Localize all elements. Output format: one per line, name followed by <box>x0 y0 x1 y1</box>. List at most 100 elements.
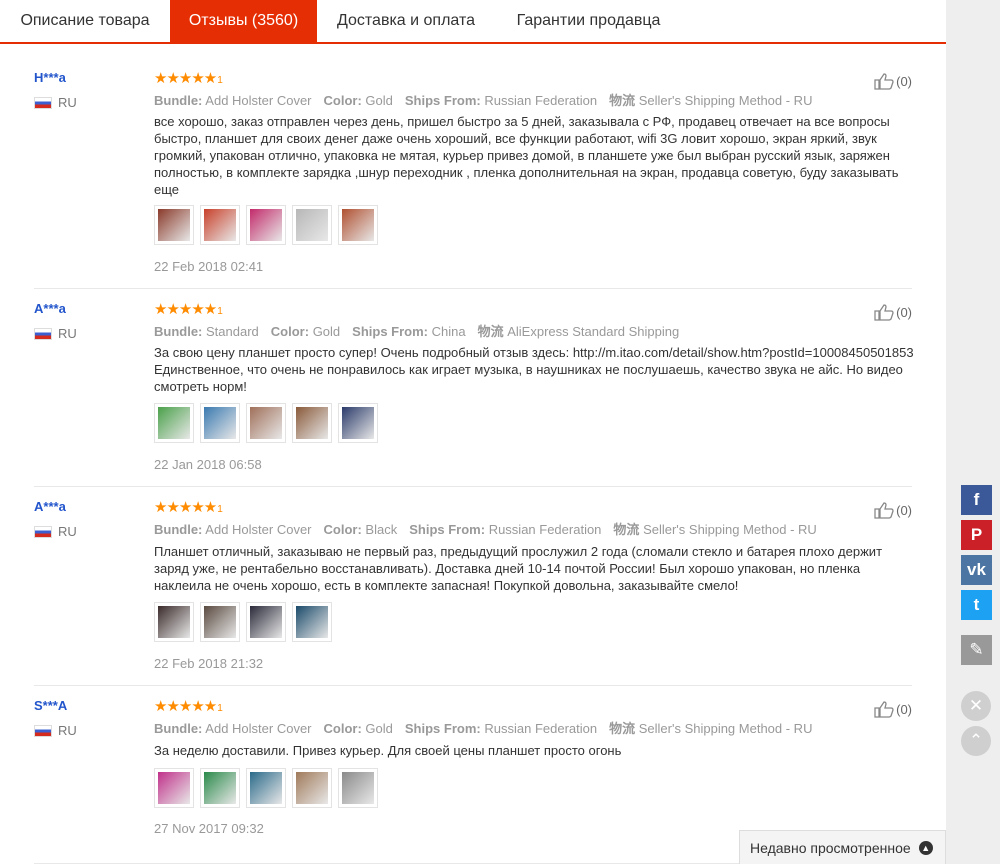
pinterest-share-icon[interactable]: P <box>961 520 992 550</box>
product-page: Описание товара Отзывы (3560) Доставка и… <box>0 0 946 864</box>
reviewer-name[interactable]: A***a <box>34 499 66 514</box>
chevron-up-icon: ▲ <box>918 840 933 855</box>
review-photo-thumbnail[interactable] <box>246 403 286 443</box>
vk-share-icon[interactable]: vk <box>961 555 992 585</box>
bundle-label: Bundle: <box>154 721 203 736</box>
color-value: Gold <box>312 324 341 339</box>
close-icon[interactable]: ✕ <box>961 691 991 721</box>
country-code: RU <box>58 326 77 341</box>
review-photo-thumbnail[interactable] <box>246 205 286 245</box>
color-label: Color: <box>270 324 310 339</box>
bundle-label: Bundle: <box>154 522 203 537</box>
reviewer-country: RU <box>34 95 77 110</box>
recently-viewed-label: Недавно просмотренное <box>750 839 911 856</box>
bundle-value: Add Holster Cover <box>205 522 312 537</box>
review-photo-thumbnail[interactable] <box>200 602 240 642</box>
ships-from-value: Russian Federation <box>488 522 602 537</box>
tab-reviews[interactable]: Отзывы (3560) <box>170 0 317 42</box>
review-date: 22 Feb 2018 02:41 <box>154 259 264 274</box>
ships-from-label: Ships From: <box>404 721 481 736</box>
photo-image <box>204 772 236 804</box>
color-label: Color: <box>323 93 362 108</box>
photo-image <box>250 772 282 804</box>
star-rating: ★★★★★1 <box>154 69 223 87</box>
review-photo-thumbnail[interactable] <box>292 403 332 443</box>
photo-image <box>204 606 236 638</box>
helpful-button[interactable]: (0) <box>873 501 912 519</box>
reviewer-name[interactable]: S***A <box>34 698 67 713</box>
country-code: RU <box>58 723 77 738</box>
review-photo-thumbnail[interactable] <box>200 768 240 808</box>
review-photo-thumbnail[interactable] <box>338 403 378 443</box>
review-photo-thumbnail[interactable] <box>154 768 194 808</box>
shipping-value: Seller's Shipping Method - RU <box>638 93 813 108</box>
review-photo-thumbnail[interactable] <box>154 602 194 642</box>
review-text: За неделю доставили. Привез курьер. Для … <box>154 743 622 758</box>
photo-image <box>250 209 282 241</box>
helpful-button[interactable]: (0) <box>873 72 912 90</box>
tab-guarantees[interactable]: Гарантии продавца <box>495 0 682 42</box>
photo-image <box>342 209 374 241</box>
reviewer-name[interactable]: A***a <box>34 301 66 316</box>
star-rating: ★★★★★1 <box>154 697 223 715</box>
shipping-label: 物流 <box>613 522 640 537</box>
ships-from-label: Ships From: <box>352 324 428 339</box>
review-photo-thumbnail[interactable] <box>338 768 378 808</box>
scroll-top-icon[interactable]: ⌃ <box>961 726 991 756</box>
order-attributes: Bundle: Standard Color: Gold Ships From: C… <box>154 321 679 340</box>
order-attributes: Bundle: Add Holster Cover Color: Black Shi… <box>154 519 817 538</box>
tab-bar: Описание товара Отзывы (3560) Доставка и… <box>0 0 946 44</box>
helpful-button[interactable]: (0) <box>873 303 912 321</box>
review-photo-thumbnail[interactable] <box>200 403 240 443</box>
bundle-label: Bundle: <box>154 324 203 339</box>
review-photo-thumbnail[interactable] <box>338 205 378 245</box>
color-value: Gold <box>365 721 393 736</box>
ships-from-value: Russian Federation <box>484 93 598 108</box>
order-attributes: Bundle: Add Holster Cover Color: Gold Ship… <box>154 718 812 737</box>
ships-from-value: Russian Federation <box>484 721 598 736</box>
review-photo-thumbnail[interactable] <box>292 768 332 808</box>
review-photos <box>154 602 332 642</box>
review-photo-thumbnail[interactable] <box>292 602 332 642</box>
review-date: 27 Nov 2017 09:32 <box>154 821 264 836</box>
photo-image <box>342 772 374 804</box>
helpful-count: (0) <box>896 701 912 717</box>
star-rating: ★★★★★1 <box>154 300 223 318</box>
helpful-button[interactable]: (0) <box>873 700 912 718</box>
photo-image <box>204 209 236 241</box>
bundle-label: Bundle: <box>154 93 203 108</box>
ships-from-label: Ships From: <box>409 522 486 537</box>
review-photo-thumbnail[interactable] <box>200 205 240 245</box>
rating-tail: 1 <box>217 306 223 317</box>
reviewer-country: RU <box>34 326 77 341</box>
photo-image <box>158 772 190 804</box>
review-photo-thumbnail[interactable] <box>154 403 194 443</box>
bundle-value: Standard <box>206 324 259 339</box>
star-rating: ★★★★★1 <box>154 498 223 516</box>
flag-icon <box>34 96 52 109</box>
review-photo-thumbnail[interactable] <box>246 768 286 808</box>
photo-image <box>158 209 190 241</box>
review-photo-thumbnail[interactable] <box>154 205 194 245</box>
review-date: 22 Jan 2018 06:58 <box>154 457 262 472</box>
thumbs-up-icon <box>874 701 894 718</box>
thumbs-up-icon <box>874 304 894 321</box>
review-photo-thumbnail[interactable] <box>292 205 332 245</box>
order-attributes: Bundle: Add Holster Cover Color: Gold Ship… <box>154 90 812 109</box>
photo-image <box>342 407 374 439</box>
rating-tail: 1 <box>217 75 223 86</box>
review-text: Планшет отличный, заказываю не первый ра… <box>154 544 883 593</box>
tab-description[interactable]: Описание товара <box>0 0 170 42</box>
recently-viewed-bar[interactable]: Недавно просмотренное ▲ <box>739 830 946 864</box>
facebook-share-icon[interactable]: f <box>961 485 992 515</box>
reviewer-name[interactable]: H***a <box>34 70 66 85</box>
photo-image <box>296 407 328 439</box>
photo-image <box>296 772 328 804</box>
tab-delivery[interactable]: Доставка и оплата <box>317 0 495 42</box>
edit-share-icon[interactable]: ✎ <box>961 635 992 665</box>
review-photo-thumbnail[interactable] <box>246 602 286 642</box>
photo-image <box>250 407 282 439</box>
reviewer-country: RU <box>34 524 77 539</box>
twitter-share-icon[interactable]: t <box>961 590 992 620</box>
shipping-value: AliExpress Standard Shipping <box>507 324 680 339</box>
